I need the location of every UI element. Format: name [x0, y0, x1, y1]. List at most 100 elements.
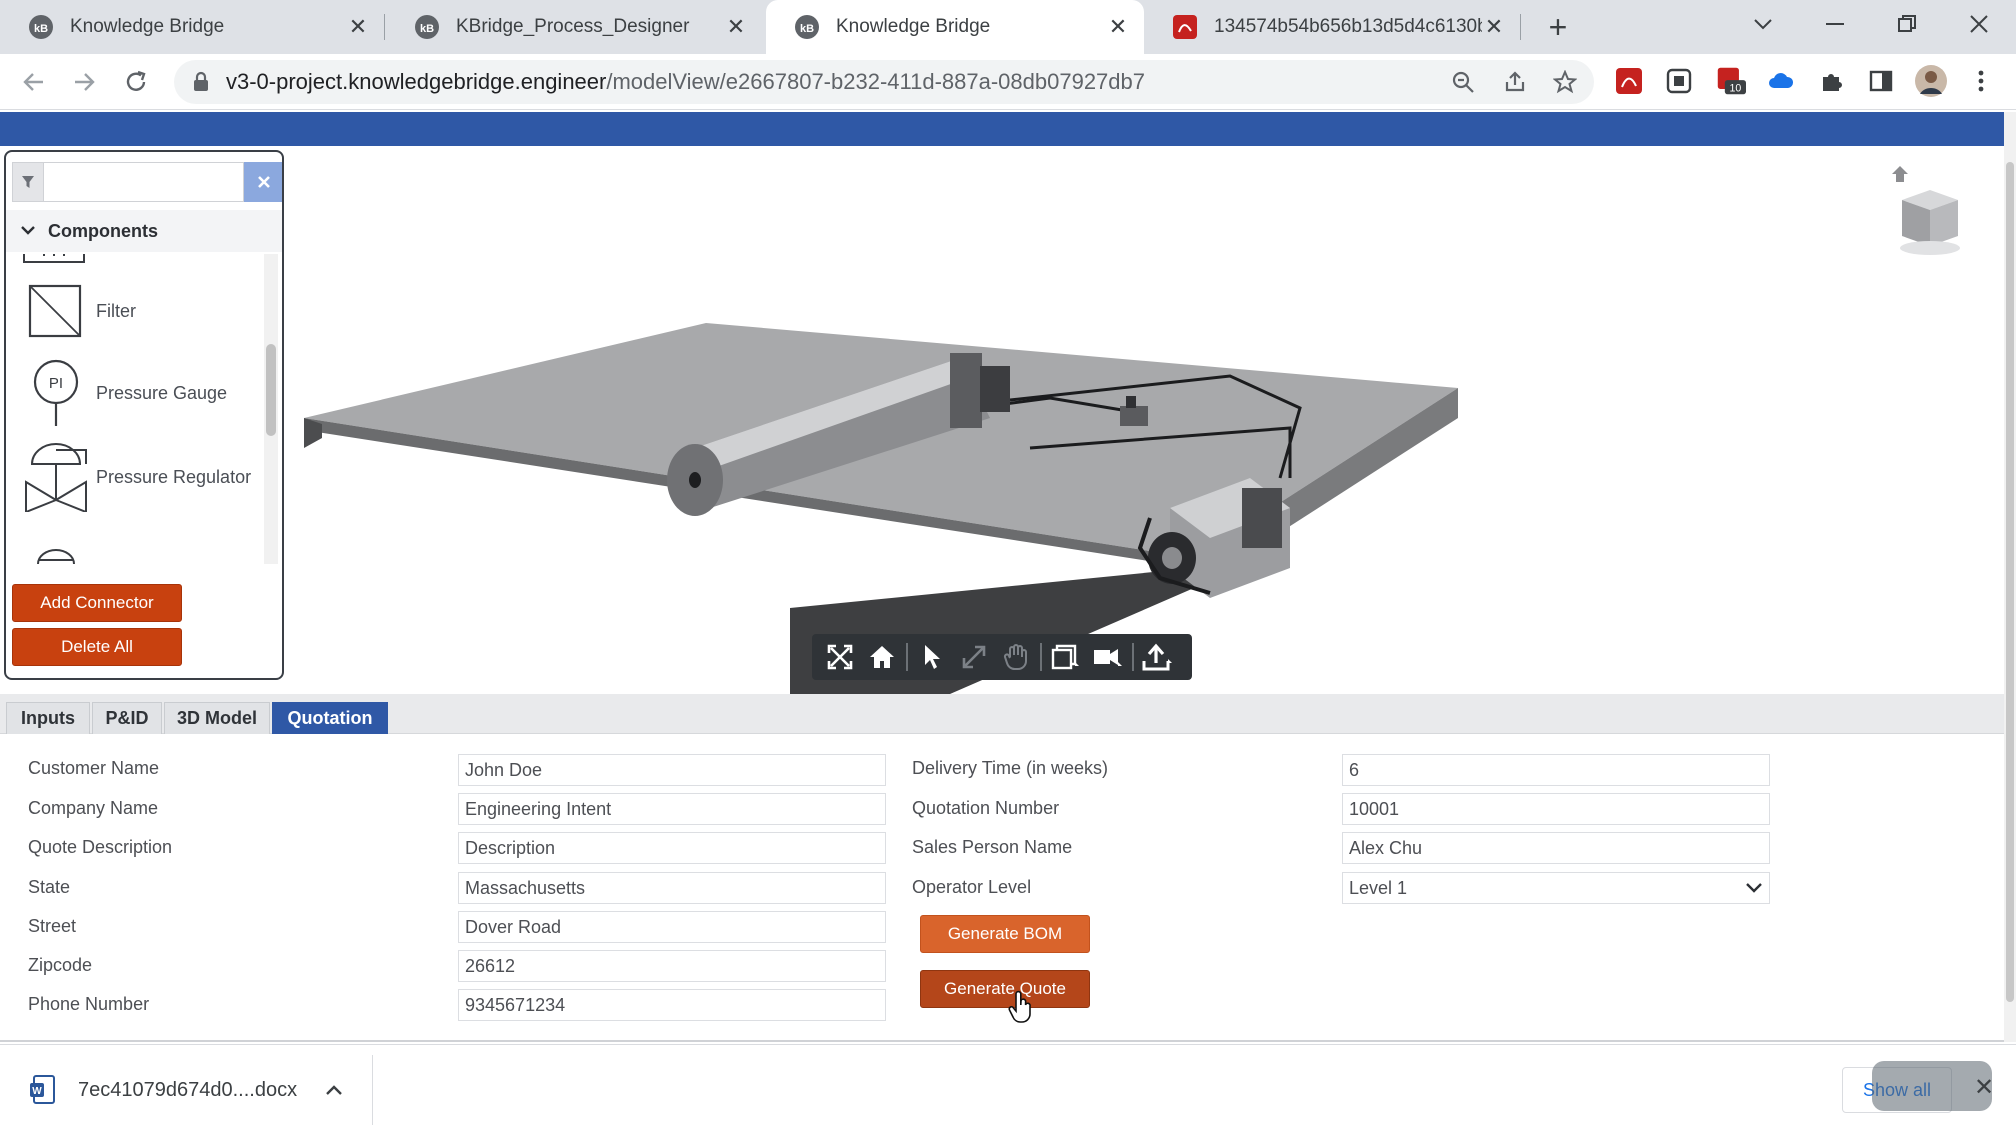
- generate-quote-button[interactable]: Generate Quote: [920, 970, 1090, 1008]
- extension-tile-icon[interactable]: [1664, 66, 1694, 96]
- minimize-window-icon[interactable]: [1806, 0, 1864, 48]
- operator-level-select[interactable]: Level 1: [1342, 872, 1770, 904]
- svg-text:kB: kB: [420, 23, 434, 35]
- camera-icon[interactable]: [1090, 639, 1126, 675]
- quote-description-field[interactable]: Description: [458, 832, 886, 864]
- browser-tab-3[interactable]: kB Knowledge Bridge ✕: [766, 0, 1144, 54]
- extensions-puzzle-icon[interactable]: [1816, 66, 1846, 96]
- phone-number-field[interactable]: 9345671234: [458, 989, 886, 1021]
- delivery-time-field[interactable]: 6: [1342, 754, 1770, 786]
- components-section-title: Components: [48, 220, 158, 241]
- browser-menu-kebab-icon[interactable]: [1966, 66, 1996, 96]
- back-arrow-icon[interactable]: [16, 64, 52, 100]
- state-field[interactable]: Massachusetts: [458, 872, 886, 904]
- company-name-field[interactable]: Engineering Intent: [458, 793, 886, 825]
- reload-icon[interactable]: [118, 64, 154, 100]
- palette-filter-input[interactable]: [44, 162, 244, 202]
- list-item[interactable]: PI Pressure Gauge: [6, 358, 268, 428]
- browser-tab-4[interactable]: 134574b54b656b13d5d4c6130b ✕: [1144, 0, 1520, 54]
- url-path: /modelView/e2667807-b232-411d-887a-08db0…: [606, 69, 1145, 94]
- sales-person-name-field[interactable]: Alex Chu: [1342, 832, 1770, 864]
- section-box-icon[interactable]: [1048, 639, 1084, 675]
- component-list: Filter PI Pressure Gauge Pressure Regula…: [6, 254, 268, 564]
- filter-symbol-icon: [28, 284, 82, 338]
- palette-filter-row: [12, 162, 282, 202]
- tab-pid[interactable]: P&ID: [92, 702, 162, 734]
- close-icon: [258, 176, 270, 188]
- side-panel-icon[interactable]: [1866, 66, 1896, 96]
- export-upload-icon[interactable]: [1140, 639, 1176, 675]
- download-item[interactable]: W 7ec41079d674d0....docx: [30, 1065, 343, 1115]
- component-list-scrollbar[interactable]: [264, 254, 278, 564]
- 3d-model-viewer[interactable]: [290, 148, 2004, 694]
- tab-separator: [384, 14, 385, 40]
- operator-level-label: Operator Level: [912, 877, 1032, 897]
- select-pointer-icon[interactable]: [914, 639, 950, 675]
- chevron-up-icon[interactable]: [325, 1084, 343, 1096]
- quotation-form: Customer Name John Doe Company Name Engi…: [0, 734, 2004, 1042]
- pan-hand-icon[interactable]: [998, 639, 1034, 675]
- company-name-label: Company Name: [28, 798, 159, 818]
- scrollbar-thumb[interactable]: [266, 344, 276, 436]
- tab-search-chevron-icon[interactable]: [1734, 0, 1792, 48]
- chevron-down-icon: [1746, 883, 1762, 893]
- view-home-icon[interactable]: [1892, 166, 1908, 182]
- list-item[interactable]: Filter: [6, 276, 268, 346]
- tab-quotation[interactable]: Quotation: [272, 702, 388, 734]
- forward-arrow-icon[interactable]: [66, 64, 102, 100]
- funnel-filter-icon: [12, 162, 44, 202]
- tab-3d-model[interactable]: 3D Model: [164, 702, 270, 734]
- profile-avatar[interactable]: [1914, 64, 1948, 98]
- browser-tab-2[interactable]: kB KBridge_Process_Designer ✕: [386, 0, 762, 54]
- knowledge-bridge-favicon-icon: kB: [415, 15, 439, 39]
- delete-all-button[interactable]: Delete All: [12, 628, 182, 666]
- restore-window-icon[interactable]: [1878, 0, 1936, 48]
- svg-text:kB: kB: [34, 23, 48, 35]
- customer-name-field[interactable]: John Doe: [458, 754, 886, 786]
- extension-badge: 10: [1730, 83, 1742, 95]
- page-scrollbar-thumb[interactable]: [2006, 162, 2014, 1002]
- close-download-bar-icon[interactable]: ✕: [1974, 1073, 1994, 1102]
- zoom-fit-icon[interactable]: [956, 639, 992, 675]
- zipcode-label: Zipcode: [28, 955, 93, 975]
- browser-tab-strip: kB Knowledge Bridge ✕ kB KBridge_Process…: [0, 0, 2016, 54]
- pdf-favicon-icon: [1173, 15, 1197, 39]
- share-icon[interactable]: [1500, 67, 1530, 97]
- quote-description-label: Quote Description: [28, 837, 173, 857]
- component-label: Filter: [96, 300, 136, 321]
- tab-inputs[interactable]: Inputs: [6, 702, 90, 734]
- quotation-number-label: Quotation Number: [912, 798, 1060, 818]
- generate-bom-button[interactable]: Generate BOM: [920, 915, 1090, 953]
- new-tab-button[interactable]: +: [1540, 9, 1576, 45]
- pressure-gauge-symbol-text: PI: [49, 375, 63, 392]
- zipcode-field[interactable]: 26612: [458, 950, 886, 982]
- page-scrollbar[interactable]: [2004, 112, 2016, 1042]
- close-tab-icon[interactable]: ✕: [346, 14, 370, 39]
- partial-component-symbol-icon: [37, 549, 75, 564]
- quotation-number-field[interactable]: 10001: [1342, 793, 1770, 825]
- partial-component-symbol-icon: [23, 254, 85, 263]
- zoom-icon[interactable]: [1448, 67, 1478, 97]
- list-item[interactable]: Pressure Regulator: [6, 442, 268, 512]
- knowledge-bridge-favicon-icon: kB: [795, 15, 819, 39]
- model-tab-bar: Inputs P&ID 3D Model Quotation: [0, 694, 2004, 734]
- components-section-header[interactable]: Components: [6, 210, 282, 252]
- address-bar[interactable]: v3-0-project.knowledgebridge.engineer/mo…: [174, 60, 1594, 104]
- add-connector-button[interactable]: Add Connector: [12, 584, 182, 622]
- street-field[interactable]: Dover Road: [458, 911, 886, 943]
- browser-tab-1[interactable]: kB Knowledge Bridge ✕: [0, 0, 384, 54]
- browser-toolbar: v3-0-project.knowledgebridge.engineer/mo…: [0, 54, 2016, 110]
- close-window-icon[interactable]: [1950, 0, 2008, 48]
- clear-filter-button[interactable]: [244, 162, 282, 202]
- bookmark-star-icon[interactable]: [1550, 67, 1580, 97]
- close-tab-icon[interactable]: ✕: [1106, 14, 1130, 39]
- close-tab-icon[interactable]: ✕: [1482, 14, 1506, 39]
- home-view-icon[interactable]: [864, 639, 900, 675]
- view-cube-navigator[interactable]: [1882, 160, 1962, 260]
- cloud-extension-icon[interactable]: [1766, 66, 1796, 96]
- acrobat-extension-icon[interactable]: [1614, 66, 1644, 96]
- close-tab-icon[interactable]: ✕: [724, 14, 748, 39]
- fullscreen-icon[interactable]: [822, 639, 858, 675]
- calendar-extension-icon[interactable]: 10: [1716, 66, 1746, 96]
- browser-tab-title: 134574b54b656b13d5d4c6130b: [1214, 16, 1482, 37]
